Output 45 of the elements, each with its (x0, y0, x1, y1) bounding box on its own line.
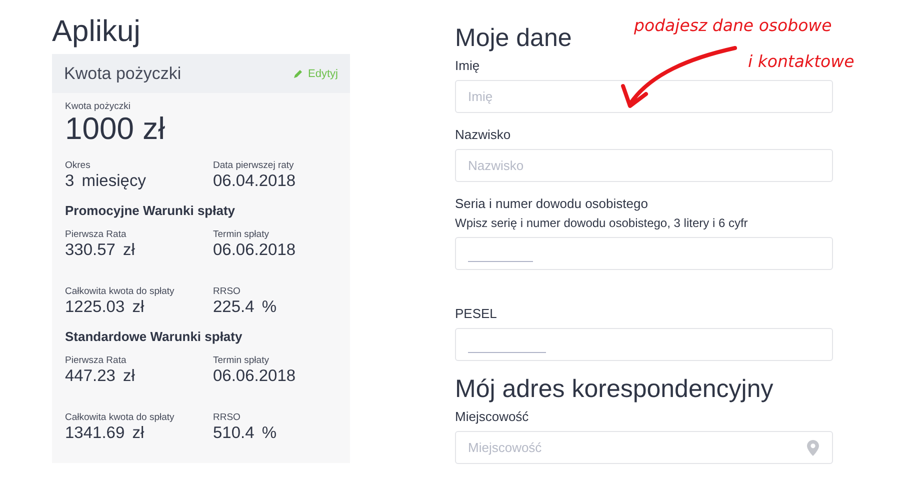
field-label: PESEL (455, 306, 497, 322)
detail-label: Pierwsza Rata (65, 229, 128, 240)
detail-label: RRSO (213, 412, 242, 423)
card-title: Kwota pożyczki (64, 64, 182, 84)
page-title: Aplikuj (52, 14, 140, 50)
detail-label: Pierwsza Rata (65, 355, 128, 366)
detail-label: Całkowita kwota do spłaty (65, 286, 176, 297)
section-heading: Standardowe Warunki spłaty (65, 329, 242, 344)
location-pin-icon (807, 440, 819, 456)
annotation-text: i kontaktowe (748, 52, 854, 71)
detail-value: 225.4 % (213, 297, 277, 317)
detail-label: Termin spłaty (213, 355, 270, 366)
detail-value: 06.06.2018 (213, 240, 296, 260)
field-label: Seria i numer dowodu osobistego (455, 196, 648, 212)
section-heading: Mój adres korespondencyjny (455, 375, 774, 403)
detail-value: 06.04.2018 (213, 171, 296, 191)
detail-label: Data pierwszej raty (213, 160, 295, 171)
input-field[interactable]: Miejscowość (455, 431, 833, 464)
input-field[interactable] (455, 237, 833, 270)
section-heading: Promocyjne Warunki spłaty (65, 203, 236, 218)
field-hint: Wpisz serię i numer dowodu osobistego, 3 litery i 6 cyfr (455, 216, 748, 230)
field-label: Miejscowość (455, 409, 529, 425)
input-field[interactable] (455, 328, 833, 361)
detail-label: Okres (65, 160, 92, 171)
detail-label: Całkowita kwota do spłaty (65, 412, 176, 423)
input-field[interactable]: Imię (455, 80, 833, 113)
mask-line (468, 261, 533, 262)
detail-label: Termin spłaty (213, 229, 270, 240)
detail-value: 447.23 zł (65, 366, 135, 386)
amount-label: Kwota pożyczki (65, 101, 132, 112)
detail-value: 330.57 zł (65, 240, 135, 260)
field-label: Imię (455, 58, 480, 74)
edit-link[interactable]: Edytyj (293, 68, 338, 80)
detail-value: 3 miesięcy (65, 171, 146, 191)
section-heading: Moje dane (455, 24, 572, 52)
loan-amount: 1000 zł (65, 112, 165, 146)
detail-value: 06.06.2018 (213, 366, 296, 386)
detail-value: 1341.69 zł (65, 423, 144, 443)
detail-value: 1225.03 zł (65, 297, 144, 317)
annotation-text: podajesz dane osobowe (634, 16, 832, 35)
detail-value: 510.4 % (213, 423, 277, 443)
input-field[interactable]: Nazwisko (455, 149, 833, 182)
detail-label: RRSO (213, 286, 242, 297)
pencil-icon (293, 68, 304, 78)
field-label: Nazwisko (455, 127, 511, 143)
